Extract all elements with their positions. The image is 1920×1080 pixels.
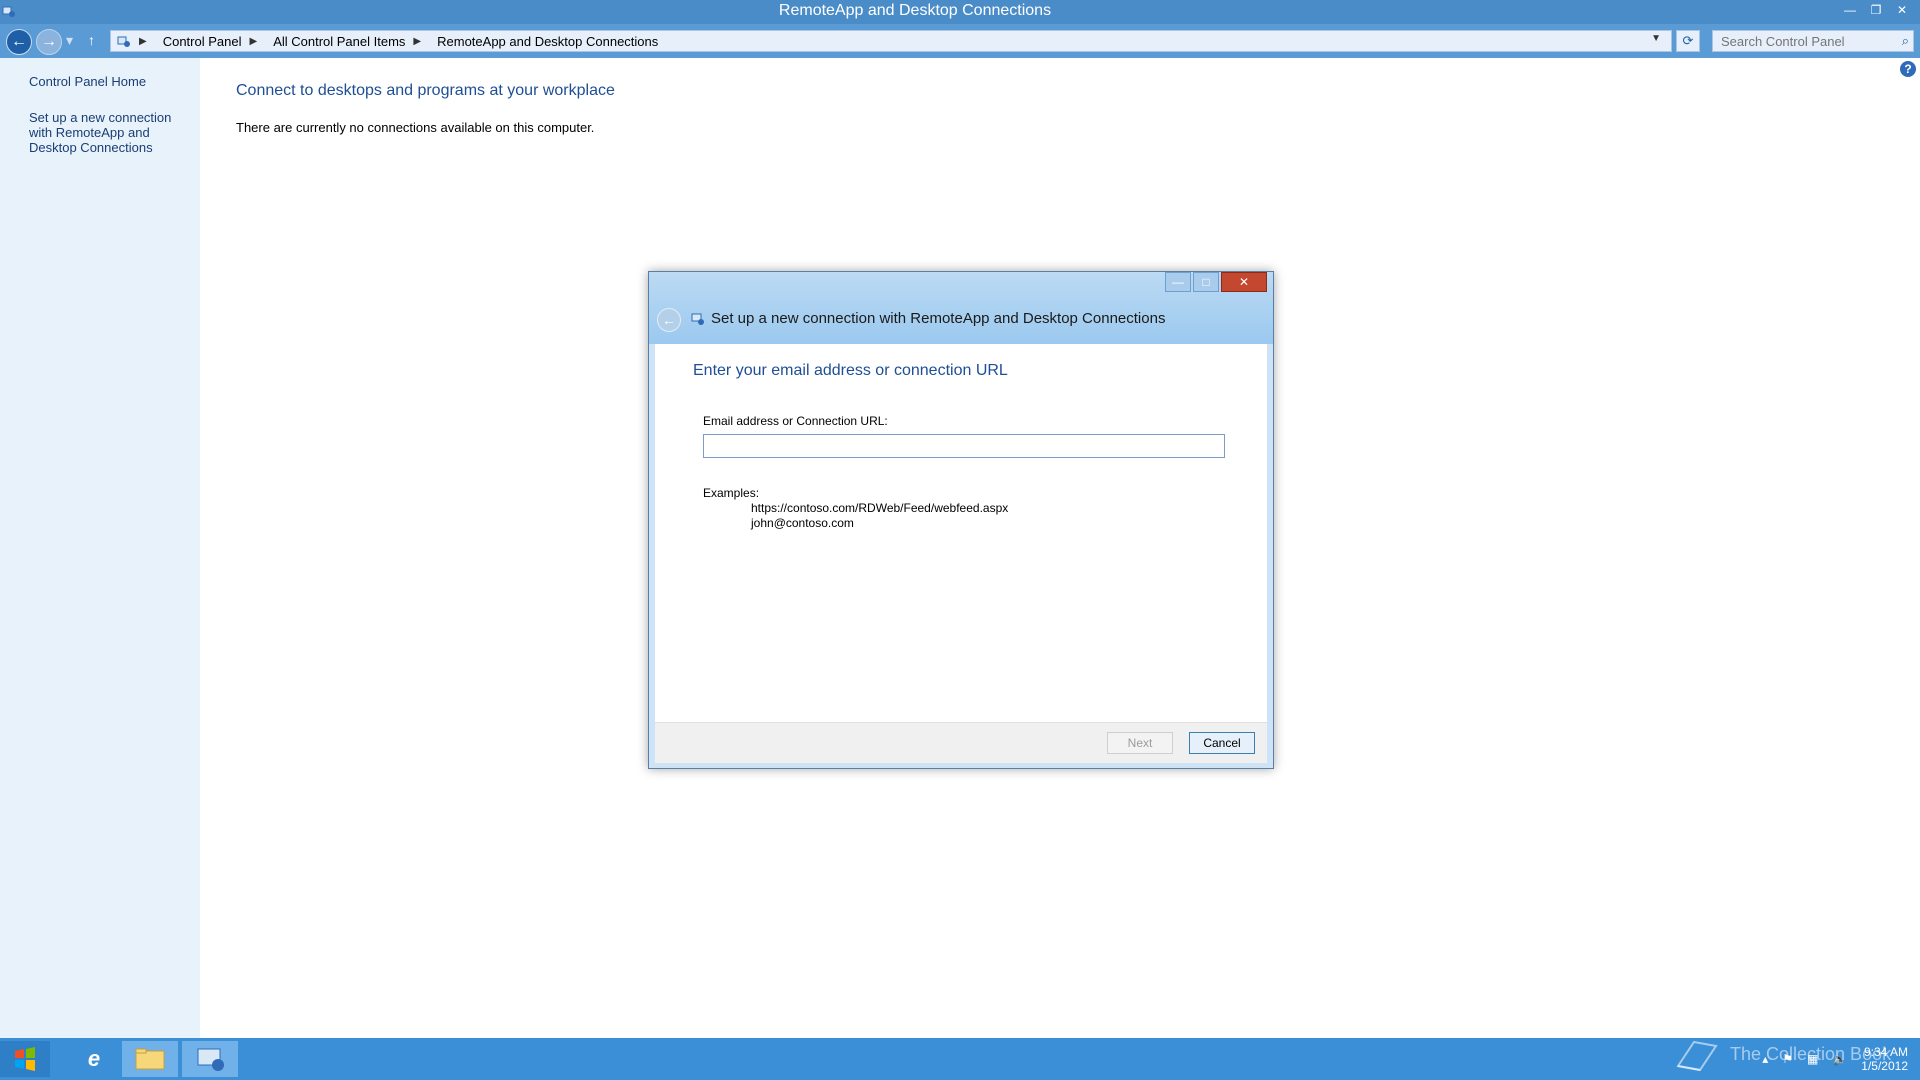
sidebar: Control Panel Home Set up a new connecti…	[0, 58, 200, 1038]
minimize-icon[interactable]: —	[1165, 272, 1191, 292]
up-arrow-icon[interactable]: ↑	[88, 32, 95, 48]
restore-icon[interactable]: ❐	[1866, 2, 1886, 18]
folder-icon	[135, 1048, 165, 1070]
dialog-window-controls: — □ ✕	[1165, 272, 1267, 292]
window-title: RemoteApp and Desktop Connections	[778, 2, 1052, 19]
control-panel-icon	[197, 1048, 224, 1071]
back-arrow-icon: ←	[662, 312, 676, 328]
breadcrumb-separator[interactable]: ▶	[139, 36, 147, 47]
page-title: Connect to desktops and programs at your…	[236, 82, 615, 99]
setup-connection-dialog: — □ ✕ ← Set up a new connection with Rem…	[648, 271, 1274, 769]
dialog-heading: Enter your email address or connection U…	[693, 362, 1008, 379]
next-button[interactable]: Next	[1107, 732, 1173, 754]
windows-logo-icon	[15, 1047, 35, 1071]
help-icon[interactable]: ?	[1900, 61, 1916, 77]
breadcrumb-control-panel[interactable]: Control Panel	[163, 34, 242, 49]
field-label: Email address or Connection URL:	[703, 414, 888, 428]
breadcrumb-remoteapp[interactable]: RemoteApp and Desktop Connections	[437, 34, 658, 49]
forward-arrow-icon: →	[41, 33, 57, 50]
address-bar[interactable]: ▶ Control Panel ▶ All Control Panel Item…	[110, 30, 1672, 52]
refresh-icon[interactable]: ⟳	[1676, 30, 1700, 52]
internet-explorer-icon: e	[87, 1046, 101, 1071]
watermark: The Collection Book	[1672, 1036, 1902, 1076]
dialog-body: Enter your email address or connection U…	[655, 344, 1267, 722]
address-dropdown-icon[interactable]: ▼	[1651, 33, 1661, 44]
search-input[interactable]	[1719, 31, 1893, 51]
window-controls: — ❐ ✕	[1840, 2, 1912, 18]
navigation-bar: ← → ▾ ↑ ▶ Control Panel ▶ All Control Pa…	[0, 24, 1920, 58]
control-panel-taskbar-button[interactable]	[182, 1041, 238, 1077]
recent-pages-dropdown[interactable]: ▾	[66, 32, 73, 49]
search-icon[interactable]: ⌕	[1902, 33, 1909, 49]
status-message: There are currently no connections avail…	[236, 120, 595, 135]
start-button[interactable]	[0, 1041, 50, 1077]
back-button[interactable]: ←	[6, 29, 32, 55]
internet-explorer-taskbar-button[interactable]: e	[66, 1041, 122, 1077]
dialog-footer: Next Cancel	[655, 722, 1267, 763]
breadcrumb-separator[interactable]: ▶	[413, 36, 421, 47]
file-explorer-taskbar-button[interactable]	[122, 1041, 178, 1077]
dialog-titlebar: — □ ✕ ← Set up a new connection with Rem…	[649, 272, 1273, 344]
watermark-text: The Collection Book	[1730, 1044, 1892, 1064]
sidebar-item-control-panel-home[interactable]: Control Panel Home	[29, 74, 146, 89]
breadcrumb-all-items[interactable]: All Control Panel Items	[273, 34, 405, 49]
examples-title: Examples:	[703, 486, 760, 500]
example-url: https://contoso.com/RDWeb/Feed/webfeed.a…	[751, 501, 1009, 515]
example-email: john@contoso.com	[751, 516, 854, 530]
maximize-icon[interactable]: □	[1193, 272, 1219, 292]
dialog-back-button[interactable]: ←	[657, 308, 681, 332]
search-box[interactable]: ⌕	[1712, 30, 1914, 52]
control-panel-icon	[117, 36, 130, 47]
book-icon	[1676, 1040, 1718, 1072]
connection-url-input[interactable]	[703, 434, 1225, 458]
close-icon[interactable]: ✕	[1892, 2, 1912, 18]
back-arrow-icon: ←	[11, 33, 27, 50]
taskbar: e ▴ ⚑ ▦ 🔈 9:34 AM 1/5/2012	[0, 1038, 1920, 1080]
window-titlebar: RemoteApp and Desktop Connections — ❐ ✕	[0, 0, 1920, 24]
breadcrumb-separator[interactable]: ▶	[249, 36, 257, 47]
close-icon[interactable]: ✕	[1221, 272, 1267, 292]
dialog-title: Set up a new connection with RemoteApp a…	[711, 310, 1166, 327]
minimize-icon[interactable]: —	[1840, 2, 1860, 18]
cancel-button[interactable]: Cancel	[1189, 732, 1255, 754]
forward-button[interactable]: →	[36, 29, 62, 55]
sidebar-item-setup-connection[interactable]: Set up a new connection with RemoteApp a…	[29, 110, 189, 155]
remoteapp-icon	[691, 313, 704, 325]
